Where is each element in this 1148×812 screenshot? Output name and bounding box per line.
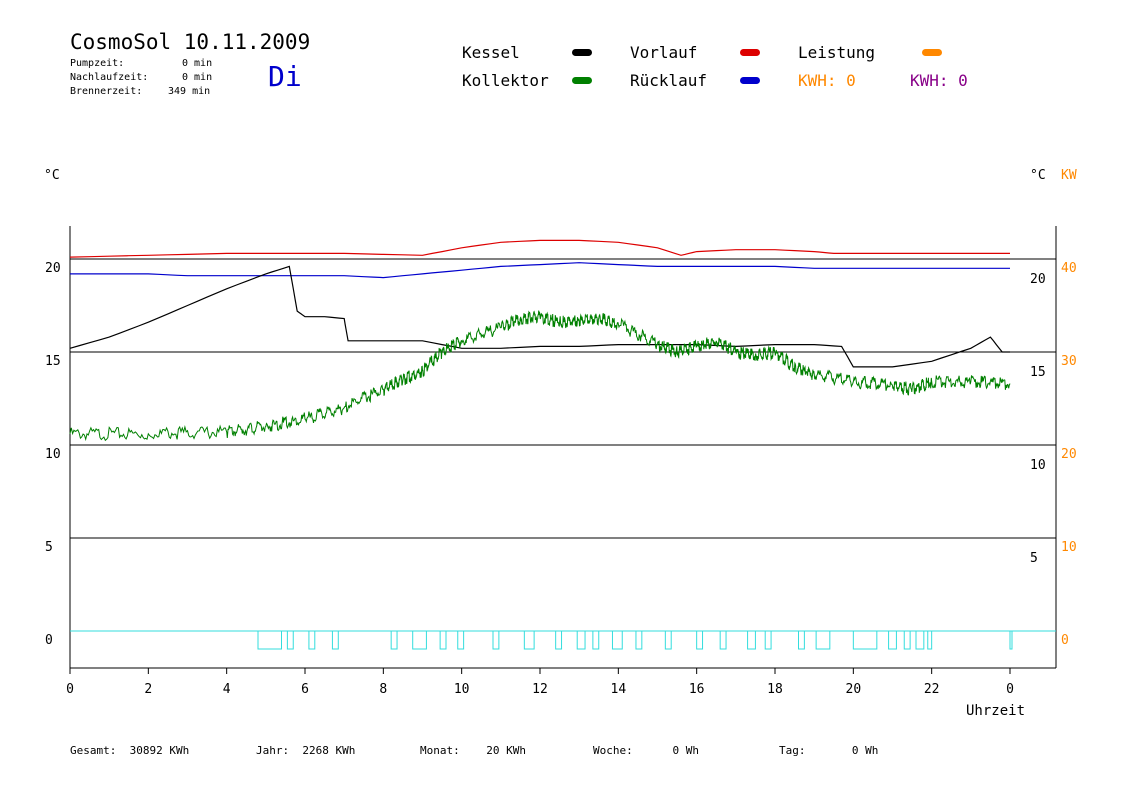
y-axis-label-right-kw: KW — [1061, 168, 1077, 183]
brenner-pulse — [308, 630, 316, 650]
footer-value: 2268 KWh — [302, 744, 356, 757]
brenner-pulse — [390, 630, 398, 650]
brenner-pulse — [1009, 630, 1013, 650]
y-tick-label-left: 20 — [45, 261, 61, 276]
series-line-rcklauf — [70, 262, 1010, 279]
x-tick-label: 2 — [144, 682, 152, 697]
brenner-pulse — [592, 630, 600, 650]
x-axis-label: Uhrzeit — [966, 703, 1025, 719]
footer-label: Woche: — [593, 744, 633, 757]
footer-gesamt: Gesamt: 30892 KWh — [70, 744, 189, 757]
x-tick-label: 14 — [611, 682, 627, 697]
x-tick-label: 4 — [223, 682, 231, 697]
axes-layer: 0 5 10 15 20 5 10 15 20 0 10 20 30 40 0 2 4 6 8 10 12 14 16 18 2… — [45, 226, 1077, 697]
footer-value: 0 Wh — [672, 744, 700, 757]
x-tick-label: 0 — [1006, 682, 1014, 697]
y-tick-label-right: 20 — [1030, 272, 1046, 287]
brenner-pulse — [257, 630, 282, 650]
footer-label: Jahr: — [256, 744, 290, 757]
brenner-pulse — [457, 630, 465, 650]
x-tick-label: 8 — [379, 682, 387, 697]
brenner-pulse — [888, 630, 897, 650]
x-tick-label: 18 — [767, 682, 783, 697]
footer-value: 30892 KWh — [129, 744, 190, 757]
footer-label: Gesamt: — [70, 744, 117, 757]
footer-label: Monat: — [420, 744, 460, 757]
y-axis-label-left: °C — [44, 168, 60, 183]
brenner-pulse — [635, 630, 643, 650]
y-tick-label-left: 5 — [45, 540, 53, 555]
brenner-pulse — [903, 630, 911, 650]
footer-value: 0 Wh — [851, 744, 879, 757]
brenner-pulse — [492, 630, 500, 650]
footer-value: 20 KWh — [486, 744, 526, 757]
brenner-pulse — [439, 630, 447, 650]
brenner-pulse — [696, 630, 704, 650]
brenner-pulse — [611, 630, 623, 650]
y-axis-label-right: °C — [1030, 168, 1046, 183]
y-tick-label-kw: 0 — [1061, 633, 1069, 648]
x-tick-label: 12 — [532, 682, 548, 697]
x-tick-label: 16 — [689, 682, 705, 697]
brenner-pulse — [747, 630, 756, 650]
y-tick-label-right: 5 — [1030, 551, 1038, 566]
footer-jahr: Jahr: 2268 KWh — [256, 744, 355, 757]
temperature-chart: °C °C KW Uhrzeit 05101520510152001020304… — [44, 168, 1077, 719]
x-tick-label: 6 — [301, 682, 309, 697]
footer-tag: Tag: 0 Wh — [779, 744, 878, 757]
series-line-vorlauf — [69, 239, 1010, 258]
brenner-pulse — [286, 630, 294, 650]
brenner-pulse — [915, 630, 925, 650]
x-tick-label: 22 — [924, 682, 940, 697]
y-tick-label-left: 10 — [45, 447, 61, 462]
brenner-pulse — [412, 630, 427, 650]
brenner-pulse — [798, 630, 805, 650]
footer-label: Tag: — [779, 744, 806, 757]
y-tick-label-right: 15 — [1030, 365, 1046, 380]
x-tick-label: 20 — [846, 682, 862, 697]
y-tick-label-kw: 40 — [1061, 261, 1077, 276]
y-tick-label-kw: 20 — [1061, 447, 1077, 462]
brenner-pulse — [555, 630, 563, 650]
brenner-pulse — [331, 630, 339, 650]
y-tick-label-left: 15 — [45, 354, 61, 369]
footer-woche: Woche: 0 Wh — [593, 744, 699, 757]
brenner-pulse — [852, 630, 878, 650]
brenner-pulse — [523, 630, 535, 650]
y-tick-label-kw: 10 — [1061, 540, 1077, 555]
brenner-pulse — [719, 630, 727, 650]
footer-monat: Monat: 20 KWh — [420, 744, 526, 757]
y-tick-label-kw: 30 — [1061, 354, 1077, 369]
y-tick-label-left: 0 — [45, 633, 53, 648]
brenner-pulse — [927, 630, 933, 650]
brenner-pulse — [764, 630, 772, 650]
brenner-pulse — [576, 630, 586, 650]
brenner-pulse — [664, 630, 672, 650]
brenner-pulse — [815, 630, 831, 650]
x-tick-label: 10 — [454, 682, 470, 697]
x-tick-label: 0 — [66, 682, 74, 697]
y-tick-label-right: 10 — [1030, 458, 1046, 473]
series-line-kollektor — [69, 310, 1011, 442]
